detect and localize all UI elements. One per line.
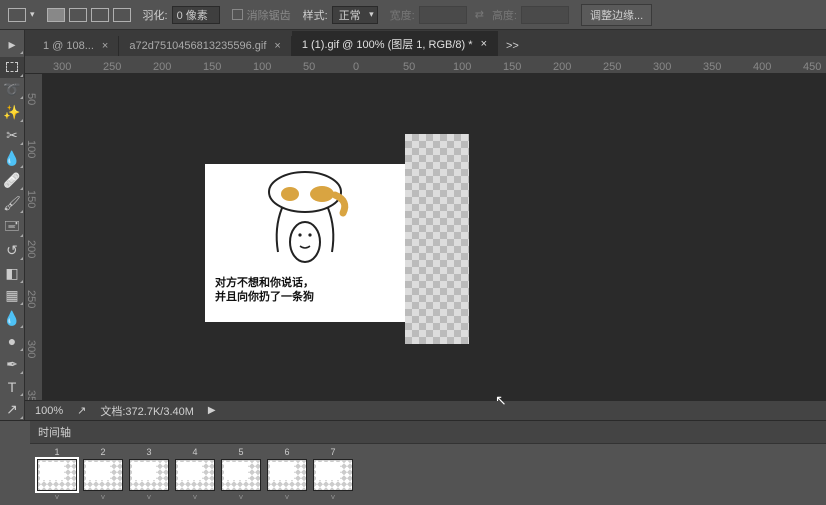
feather-label: 羽化:	[143, 7, 168, 23]
add-selection-icon[interactable]	[69, 8, 87, 22]
ruler-horizontal: 3002502001501005005010015020025030035040…	[25, 56, 826, 74]
marquee-preset[interactable]: ▾	[8, 8, 35, 22]
subtract-selection-icon[interactable]	[91, 8, 109, 22]
document-tabs: 1 @ 108...× a72d7510456813235596.gif× 1 …	[25, 30, 826, 56]
frame[interactable]: 2˅	[82, 447, 124, 502]
style-dropdown[interactable]: 正常	[332, 6, 378, 24]
timeline-panel: 时间轴 1˅2˅3˅4˅5˅6˅7˅	[0, 420, 826, 500]
share-icon[interactable]: ↗	[77, 404, 86, 417]
close-icon[interactable]: ×	[481, 38, 487, 50]
frame[interactable]: 7˅	[312, 447, 354, 502]
tool-stamp[interactable]: 🖃	[0, 216, 24, 238]
width-label: 宽度:	[390, 7, 415, 23]
tool-eraser[interactable]: ◧	[0, 263, 24, 284]
transparency-bg	[405, 134, 469, 344]
tool-path[interactable]: ↗	[0, 399, 24, 420]
tool-heal[interactable]: 🩹	[0, 171, 24, 192]
swap-icon: ⇄	[475, 8, 484, 21]
frame[interactable]: 4˅	[174, 447, 216, 502]
status-more-icon[interactable]: ▶	[208, 405, 216, 416]
refine-edge-button[interactable]: 调整边缘...	[581, 4, 652, 26]
status-bar: 100% ↗ 文档:372.7K/3.40M ▶	[25, 400, 826, 420]
tool-brush[interactable]: 🖌	[0, 193, 24, 214]
tool-marquee[interactable]	[0, 57, 24, 78]
frame[interactable]: 1˅	[36, 447, 78, 502]
tool-crop[interactable]: ✂	[0, 125, 24, 146]
frame[interactable]: 5˅	[220, 447, 262, 502]
tool-blur[interactable]: 💧	[0, 308, 24, 329]
doc-tab-2[interactable]: 1 (1).gif @ 100% (图层 1, RGB/8) *×	[292, 31, 498, 56]
canvas-caption: 对方不想和你说话， 并且向你扔了一条狗	[205, 270, 405, 311]
document-area: 1 @ 108...× a72d7510456813235596.gif× 1 …	[25, 30, 826, 420]
tool-lasso[interactable]: ➰	[0, 80, 24, 101]
intersect-selection-icon[interactable]	[113, 8, 131, 22]
style-label: 样式:	[303, 7, 328, 23]
doc-tab-0[interactable]: 1 @ 108...×	[33, 36, 119, 56]
frames-strip: 1˅2˅3˅4˅5˅6˅7˅	[30, 444, 826, 505]
options-bar: ▾ 羽化: 消除锯齿 样式: 正常 宽度: ⇄ 高度: 调整边缘...	[0, 0, 826, 30]
antialias-label: 消除锯齿	[247, 7, 291, 23]
tool-history-brush[interactable]: ↺	[0, 240, 24, 261]
timeline-title: 时间轴	[30, 421, 826, 444]
toolbox: ▸ ➰ ✨ ✂ 💧 🩹 🖌 🖃 ↺ ◧ ▦ 💧 ● ✒ T ↗	[0, 30, 25, 420]
height-label: 高度:	[492, 7, 517, 23]
canvas: 对方不想和你说话， 并且向你扔了一条狗	[205, 164, 405, 322]
tool-gradient[interactable]: ▦	[0, 286, 24, 307]
zoom-level[interactable]: 100%	[35, 405, 63, 417]
tool-wand[interactable]: ✨	[0, 102, 24, 123]
doc-size: 文档:372.7K/3.40M	[100, 403, 194, 419]
tool-move[interactable]: ▸	[0, 34, 24, 55]
feather-input[interactable]	[172, 6, 220, 24]
height-input	[521, 6, 569, 24]
ruler-vertical: 50100150200250300350400450	[25, 74, 43, 400]
marquee-icon	[8, 8, 26, 22]
canvas-viewport[interactable]: 50100150200250300350400450	[25, 74, 826, 400]
doc-tab-1[interactable]: a72d7510456813235596.gif×	[119, 36, 291, 56]
tabs-overflow[interactable]: >>	[498, 36, 527, 56]
close-icon[interactable]: ×	[102, 40, 108, 52]
width-input	[419, 6, 467, 24]
antialias-checkbox[interactable]	[232, 9, 243, 20]
frame[interactable]: 3˅	[128, 447, 170, 502]
tool-pen[interactable]: ✒	[0, 354, 24, 375]
close-icon[interactable]: ×	[274, 40, 280, 52]
tool-eyedropper[interactable]: 💧	[0, 148, 24, 169]
cartoon-image	[250, 170, 360, 270]
new-selection-icon[interactable]	[47, 8, 65, 22]
selection-mode-group	[47, 8, 131, 22]
tool-type[interactable]: T	[0, 377, 24, 398]
tool-dodge[interactable]: ●	[0, 331, 24, 352]
frame[interactable]: 6˅	[266, 447, 308, 502]
